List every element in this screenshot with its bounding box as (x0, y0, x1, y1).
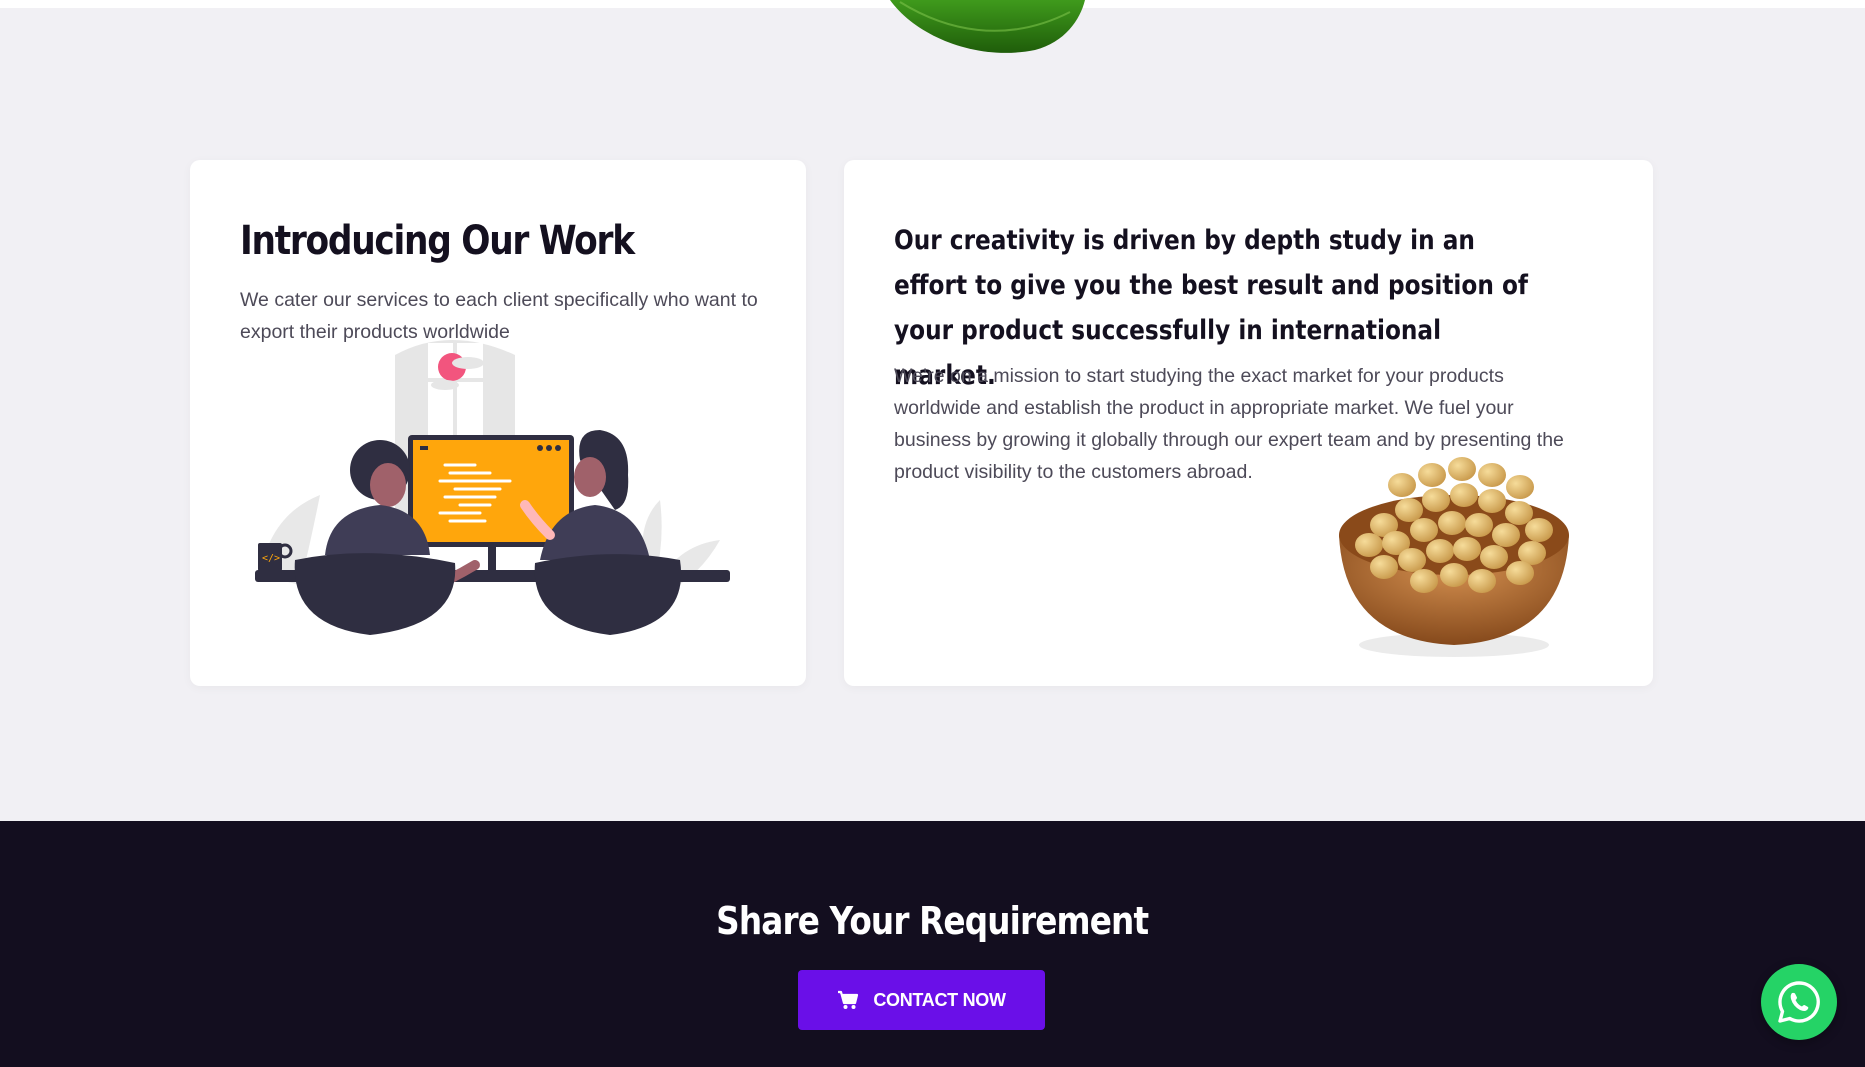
cta-title: Share Your Requirement (0, 899, 1865, 943)
intro-card: Introducing Our Work We cater our servic… (190, 160, 806, 686)
mission-card: Our creativity is driven by depth study … (844, 160, 1653, 686)
whatsapp-button[interactable] (1761, 964, 1837, 1040)
contact-now-button[interactable]: CONTACT NOW (798, 970, 1045, 1030)
cta-section: Share Your Requirement CONTACT NOW (0, 821, 1865, 1067)
whatsapp-icon (1778, 981, 1820, 1023)
cta-title-text: Share Your Requirement (716, 899, 1149, 943)
cart-icon (838, 990, 859, 1009)
intro-section: Introducing Our Work We cater our servic… (0, 8, 1865, 821)
svg-text:</>: </> (262, 553, 280, 564)
contact-now-label: CONTACT NOW (873, 989, 1006, 1010)
team-working-illustration: </> (255, 340, 730, 635)
soybean-bowl-image (1339, 457, 1569, 657)
intro-title: Introducing Our Work (240, 218, 635, 264)
